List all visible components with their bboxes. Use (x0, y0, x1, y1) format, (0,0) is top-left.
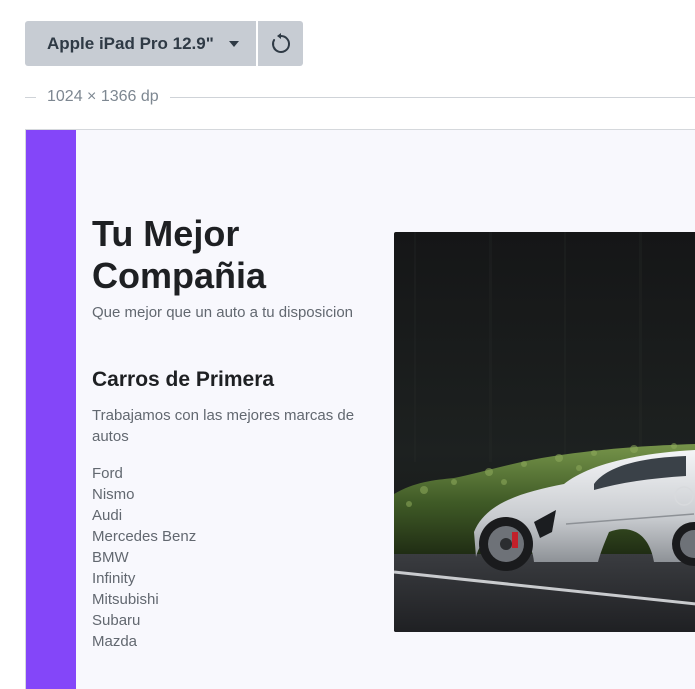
brand-list: Ford Nismo Audi Mercedes Benz BMW Infini… (92, 463, 196, 652)
device-preview-frame[interactable]: Tu Mejor Compañia Que mejor que un auto … (25, 129, 695, 689)
brand-list-item: Ford (92, 465, 123, 482)
device-toolbar: Apple iPad Pro 12.9" (25, 21, 303, 66)
ruler-line-right (169, 96, 695, 98)
rotate-icon (271, 32, 290, 53)
accent-sidebar (26, 130, 76, 689)
dimensions-ruler: 1024 × 1366 dp (25, 86, 695, 108)
car-photo (394, 232, 695, 632)
device-select-button[interactable]: Apple iPad Pro 12.9" (25, 21, 256, 66)
ruler-line-left (25, 96, 36, 98)
section-title: Carros de Primera (92, 368, 275, 391)
caret-down-icon (228, 40, 239, 47)
hero-title: Tu Mejor Compañia (92, 213, 267, 296)
brand-list-item: BMW (92, 549, 129, 566)
brand-list-item: Mercedes Benz (92, 528, 197, 545)
brand-list-item: Mazda (92, 633, 138, 650)
brand-list-item: Nismo (92, 486, 135, 503)
rotate-button[interactable] (258, 21, 303, 66)
brand-list-item: Audi (92, 507, 123, 524)
brand-list-item: Infinity (92, 570, 136, 587)
brand-list-item: Mitsubishi (92, 591, 159, 608)
hero-subtitle: Que mejor que un auto a tu disposicion (92, 304, 353, 321)
dimensions-label: 1024 × 1366 dp (47, 88, 159, 105)
device-select-label: Apple iPad Pro 12.9" (47, 33, 214, 53)
brand-list-item: Subaru (92, 612, 141, 629)
section-description: Trabajamos con las mejores marcas de aut… (92, 407, 355, 445)
